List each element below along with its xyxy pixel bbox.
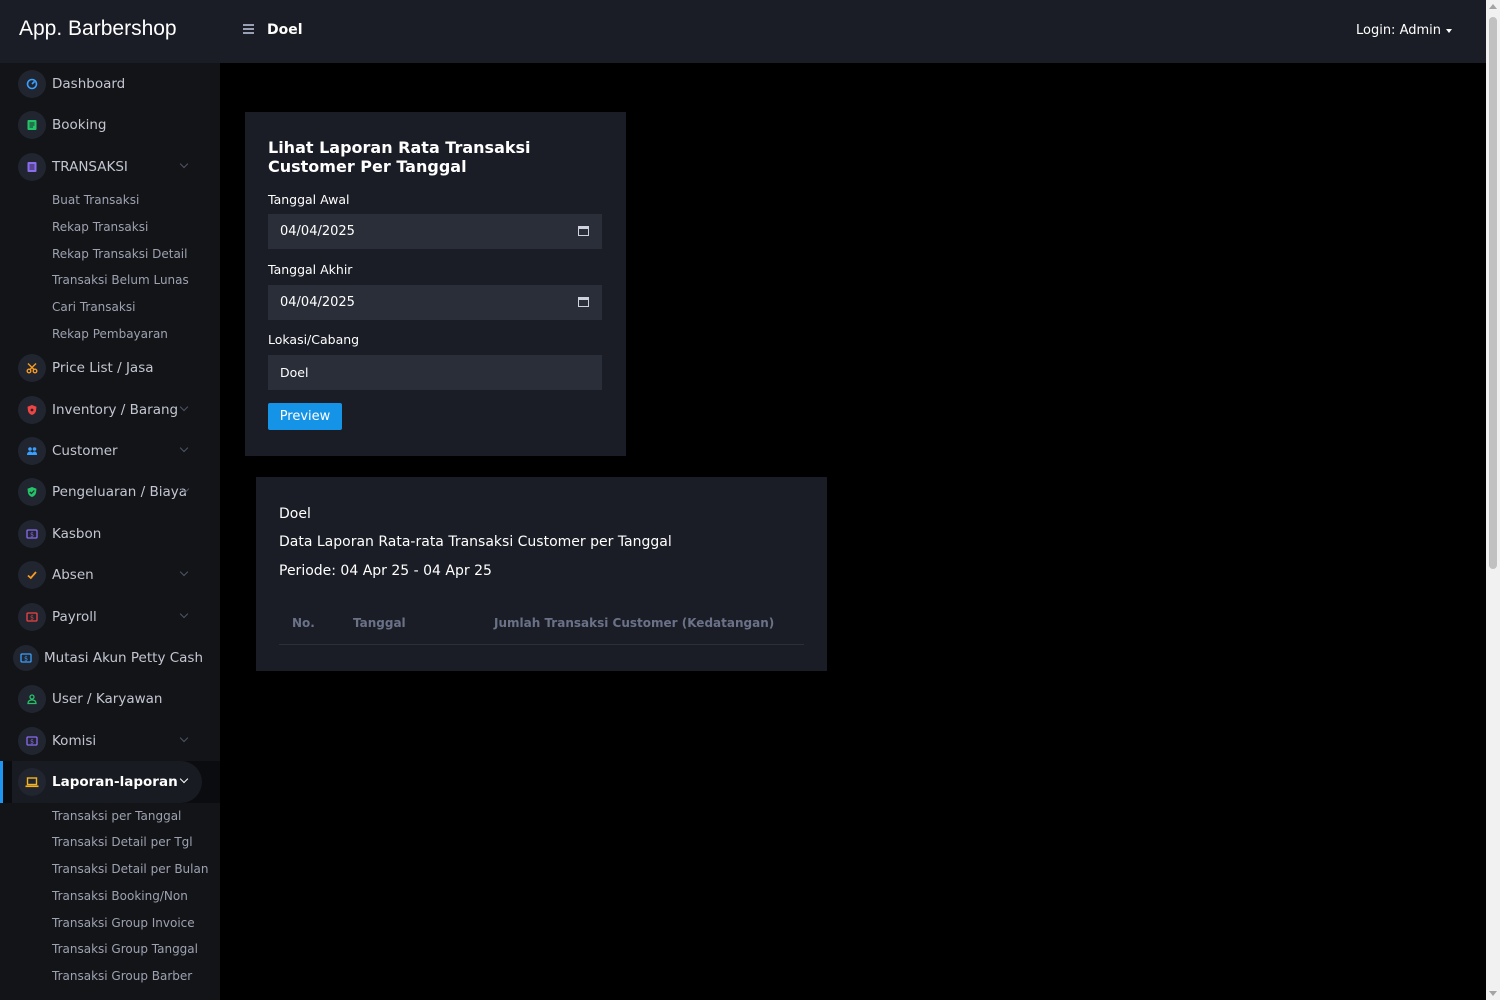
submenu-transaksi-group-barber[interactable]: Transaksi Group Barber (52, 969, 192, 983)
start-date-input[interactable]: 04/04/2025 (268, 214, 602, 249)
form-heading: Lihat Laporan Rata Transaksi Customer Pe… (268, 138, 531, 176)
sidebar-item-transaksi[interactable]: TRANSAKSI (0, 149, 220, 185)
laptop-icon (18, 768, 46, 796)
submenu-transaksi-belum-lunas[interactable]: Transaksi Belum Lunas (52, 273, 189, 287)
shield-icon (18, 396, 46, 424)
svg-text:$: $ (24, 656, 28, 663)
sidebar-item-mutasi-petty-cash[interactable]: $ Mutasi Akun Petty Cash (0, 640, 220, 676)
calendar-icon[interactable] (578, 297, 589, 307)
chevron-down-icon (179, 567, 189, 577)
sidebar-item-label: Mutasi Akun Petty Cash (44, 650, 204, 666)
start-date-value: 04/04/2025 (280, 224, 355, 239)
column-header-jumlah-transaksi[interactable]: Jumlah Transaksi Customer (Kedatangan) (494, 616, 774, 630)
end-date-label: Tanggal Akhir (268, 262, 353, 277)
sidebar-item-price-list[interactable]: Price List / Jasa (0, 350, 220, 386)
sidebar-item-user-karyawan[interactable]: User / Karyawan (0, 681, 220, 717)
scissors-icon (18, 354, 46, 382)
shield-check-icon (18, 478, 46, 506)
sidebar-item-dashboard[interactable]: Dashboard (0, 66, 220, 102)
submenu-rekap-transaksi-detail[interactable]: Rekap Transaksi Detail (52, 247, 187, 261)
sidebar-item-booking[interactable]: Booking (0, 107, 220, 143)
report-title: Data Laporan Rata-rata Transaksi Custome… (279, 534, 672, 550)
column-header-tanggal[interactable]: Tanggal (353, 616, 406, 630)
location-field[interactable]: Doel (268, 355, 602, 390)
submenu-transaksi-detail-per-tgl[interactable]: Transaksi Detail per Tgl (52, 835, 193, 849)
money-icon: $ (13, 645, 39, 671)
submenu-transaksi-per-tanggal[interactable]: Transaksi per Tanggal (52, 809, 181, 823)
sidebar-item-inventory[interactable]: Inventory / Barang (0, 392, 220, 428)
sidebar-item-absen[interactable]: Absen (0, 557, 220, 593)
top-navbar: App. Barbershop Doel Login: Admin (0, 0, 1486, 63)
calendar-icon[interactable] (578, 226, 589, 236)
money-icon: $ (18, 520, 46, 548)
location-value: Doel (280, 365, 309, 380)
sidebar-item-label: Komisi (52, 733, 97, 749)
submenu-transaksi-booking-non[interactable]: Transaksi Booking/Non (52, 889, 188, 903)
submenu-cari-transaksi[interactable]: Cari Transaksi (52, 300, 135, 314)
page-title: Doel (267, 22, 303, 38)
sidebar: Dashboard Booking TRANSAKSI Buat Transak… (0, 63, 220, 1000)
receipt-icon (18, 153, 46, 181)
submenu-rekap-transaksi[interactable]: Rekap Transaksi (52, 220, 148, 234)
sidebar-item-label: Pengeluaran / Biaya (52, 484, 188, 500)
sidebar-item-label: Customer (52, 443, 118, 459)
start-date-label: Tanggal Awal (268, 192, 350, 207)
scrollbar-thumb[interactable] (1489, 17, 1497, 569)
chevron-down-icon (179, 159, 189, 169)
scroll-up-icon[interactable] (1489, 4, 1497, 9)
report-branch: Doel (279, 506, 311, 522)
caret-down-icon (1446, 28, 1452, 33)
sidebar-item-komisi[interactable]: $ Komisi (0, 723, 220, 759)
chevron-down-icon (179, 609, 189, 619)
sidebar-item-label: Laporan-laporan (52, 774, 178, 790)
sidebar-item-label: Dashboard (52, 76, 126, 92)
chevron-down-icon (179, 733, 189, 743)
document-icon (18, 111, 46, 139)
table-header-divider (279, 644, 804, 645)
sidebar-item-label: Absen (52, 567, 94, 583)
sidebar-item-label: TRANSAKSI (52, 159, 128, 175)
menu-toggle-icon[interactable] (243, 22, 257, 36)
sidebar-item-label: Kasbon (52, 526, 102, 542)
report-filter-card: Lihat Laporan Rata Transaksi Customer Pe… (245, 112, 626, 456)
scroll-down-icon[interactable] (1489, 991, 1497, 996)
page-scrollbar[interactable] (1486, 0, 1500, 1000)
sidebar-item-label: Inventory / Barang (52, 402, 179, 418)
submenu-transaksi-group-tanggal[interactable]: Transaksi Group Tanggal (52, 942, 198, 956)
sidebar-item-label: User / Karyawan (52, 691, 163, 707)
submenu-buat-transaksi[interactable]: Buat Transaksi (52, 193, 139, 207)
submenu-rekap-pembayaran[interactable]: Rekap Pembayaran (52, 327, 168, 341)
report-result-card: Doel Data Laporan Rata-rata Transaksi Cu… (256, 477, 827, 671)
users-icon (18, 437, 46, 465)
end-date-input[interactable]: 04/04/2025 (268, 285, 602, 320)
svg-text:$: $ (30, 739, 34, 746)
chevron-down-icon (179, 443, 189, 453)
money-icon: $ (18, 603, 46, 631)
column-header-no[interactable]: No. (292, 616, 315, 630)
report-period: Periode: 04 Apr 25 - 04 Apr 25 (279, 563, 492, 579)
svg-text:$: $ (30, 615, 34, 622)
user-menu-label: Login: Admin (1355, 23, 1441, 38)
sidebar-item-customer[interactable]: Customer (0, 433, 220, 469)
svg-text:$: $ (30, 532, 34, 539)
submenu-transaksi-detail-per-bulan[interactable]: Transaksi Detail per Bulan (52, 862, 208, 876)
sidebar-item-kasbon[interactable]: $ Kasbon (0, 516, 220, 552)
preview-button[interactable]: Preview (268, 403, 342, 430)
chevron-down-icon (179, 402, 189, 412)
app-brand[interactable]: App. Barbershop (19, 17, 177, 41)
check-icon (18, 561, 46, 589)
location-label: Lokasi/Cabang (268, 332, 360, 347)
sidebar-item-laporan[interactable]: Laporan-laporan (0, 761, 220, 803)
user-menu[interactable]: Login: Admin (1356, 23, 1452, 38)
sidebar-item-payroll[interactable]: $ Payroll (0, 599, 220, 635)
sidebar-item-label: Price List / Jasa (52, 360, 154, 376)
gauge-icon (18, 70, 46, 98)
sidebar-item-label: Booking (52, 117, 107, 133)
money-icon: $ (18, 727, 46, 755)
end-date-value: 04/04/2025 (280, 295, 355, 310)
sidebar-item-label: Payroll (52, 609, 97, 625)
user-icon (18, 685, 46, 713)
sidebar-item-pengeluaran[interactable]: Pengeluaran / Biaya (0, 474, 220, 510)
submenu-transaksi-group-invoice[interactable]: Transaksi Group Invoice (52, 916, 195, 930)
